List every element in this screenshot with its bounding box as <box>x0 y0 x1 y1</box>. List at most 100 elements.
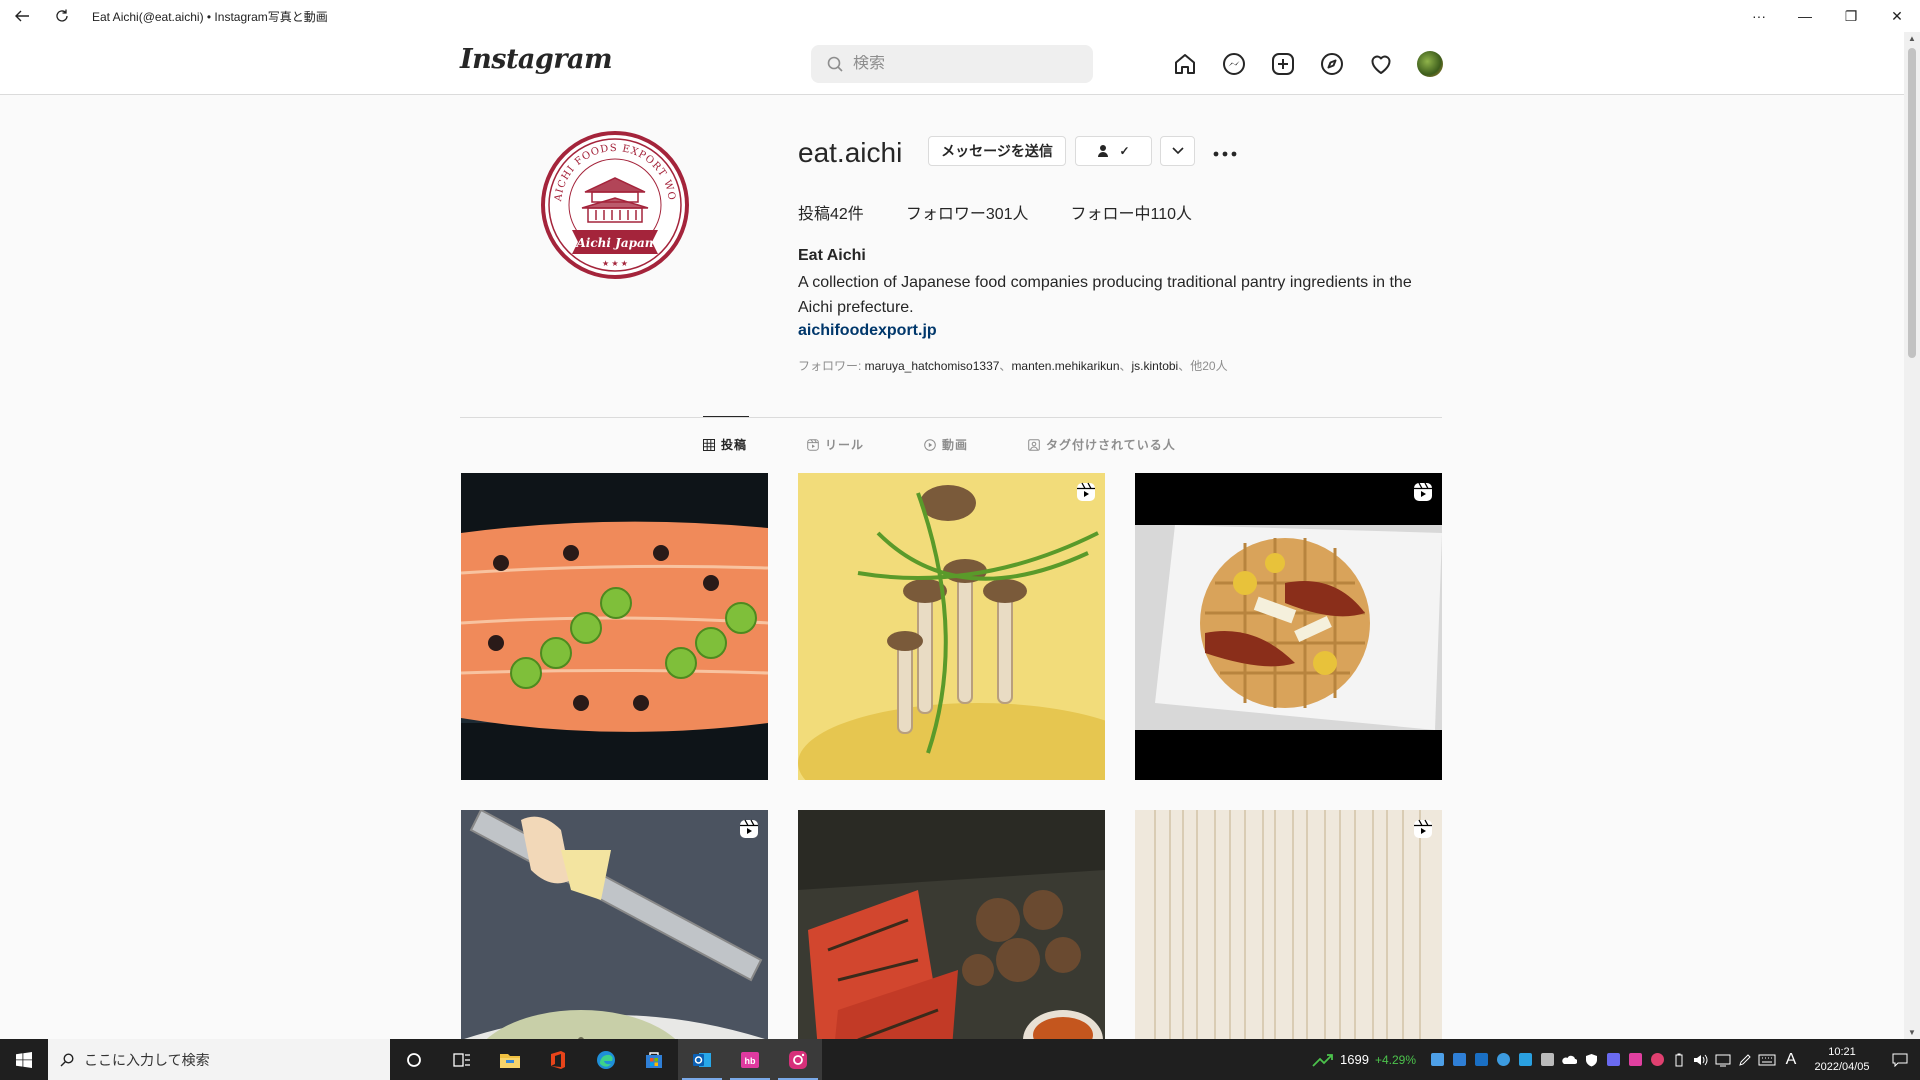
following-button[interactable]: ✓ <box>1075 136 1152 166</box>
follower-name[interactable]: manten.mehikarikun <box>1011 359 1119 373</box>
window-title: Eat Aichi(@eat.aichi) • Instagram写真と動画 <box>92 9 328 24</box>
activity-heart-icon[interactable] <box>1368 51 1394 77</box>
profile-bio: A collection of Japanese food companies … <box>798 274 1412 316</box>
profile-website-link[interactable]: aichifoodexport.jp <box>798 322 937 340</box>
hatena-icon[interactable]: hb <box>726 1039 774 1080</box>
grid-icon <box>703 438 715 451</box>
home-icon[interactable] <box>1172 51 1198 77</box>
top-nav <box>1172 51 1443 77</box>
file-explorer-icon[interactable] <box>486 1039 534 1080</box>
instagram-logo[interactable]: Instagram <box>460 44 613 75</box>
pen-icon[interactable] <box>1734 1039 1756 1080</box>
close-button[interactable]: ✕ <box>1874 0 1920 32</box>
post-thumbnail-dried-foods[interactable] <box>798 810 1105 1039</box>
reload-icon <box>56 9 68 22</box>
clock-date: 2022/04/05 <box>1814 1060 1870 1073</box>
tray-app-icon[interactable] <box>1602 1039 1624 1080</box>
tab-tagged[interactable]: タグ付けされている人 <box>1028 436 1176 453</box>
followed-by-more: 他20人 <box>1190 359 1228 373</box>
post-image <box>461 473 768 780</box>
instagram-icon[interactable] <box>774 1039 822 1080</box>
tray-app-icon[interactable] <box>1492 1039 1514 1080</box>
tab-reels[interactable]: リール <box>807 436 864 453</box>
tab-videos[interactable]: 動画 <box>924 436 968 453</box>
taskbar-search[interactable] <box>48 1039 390 1080</box>
stock-change: +4.29% <box>1374 1052 1416 1067</box>
reel-badge-icon <box>740 819 758 838</box>
edge-icon[interactable] <box>582 1039 630 1080</box>
tray-app-icon[interactable] <box>1646 1039 1668 1080</box>
system-tray: 1699 +4.29% A 10:21 2022/04/05 <box>1312 1039 1920 1080</box>
reel-badge-icon <box>1077 482 1095 501</box>
profile-avatar-button[interactable] <box>1417 51 1443 77</box>
tray-app-icon[interactable] <box>1536 1039 1558 1080</box>
page-scrollbar[interactable]: ▲ ▼ <box>1904 32 1920 1039</box>
explore-icon[interactable] <box>1319 51 1345 77</box>
network-icon[interactable] <box>1712 1039 1734 1080</box>
post-thumbnail-cheese-grating[interactable] <box>461 810 768 1039</box>
scroll-up-arrow-icon[interactable]: ▲ <box>1908 34 1916 43</box>
onedrive-icon[interactable] <box>1558 1039 1580 1080</box>
following-count[interactable]: フォロー中110人 <box>1071 200 1193 224</box>
reload-button[interactable] <box>42 0 82 32</box>
office-icon[interactable] <box>534 1039 582 1080</box>
ime-indicator[interactable]: A <box>1778 1039 1804 1080</box>
tray-app-icon[interactable] <box>1514 1039 1536 1080</box>
video-icon <box>924 438 936 451</box>
tray-app-icon[interactable] <box>1448 1039 1470 1080</box>
stock-widget[interactable]: 1699 +4.29% <box>1312 1052 1416 1067</box>
back-arrow-icon <box>15 10 29 22</box>
separator: 、 <box>999 359 1012 373</box>
scroll-down-arrow-icon[interactable]: ▼ <box>1908 1028 1916 1037</box>
post-thumbnail-waffle[interactable] <box>1135 473 1442 780</box>
messenger-icon[interactable] <box>1221 51 1247 77</box>
profile-picture[interactable]: AICHI FOODS EXPORT WORK SHOP Aichi Japan… <box>540 130 690 280</box>
post-thumbnail-mushrooms[interactable] <box>798 473 1105 780</box>
post-image <box>798 473 1105 780</box>
profile-stats: 投稿42件 フォロワー301人 フォロー中110人 <box>798 200 1234 224</box>
notification-center-icon[interactable] <box>1880 1053 1920 1067</box>
tray-app-icon[interactable] <box>1624 1039 1646 1080</box>
more-options-button[interactable]: ··· <box>1736 0 1782 32</box>
minimize-button[interactable]: — <box>1782 0 1828 32</box>
outlook-icon[interactable] <box>678 1039 726 1080</box>
tray-app-icon[interactable] <box>1426 1039 1448 1080</box>
keyboard-icon[interactable] <box>1756 1039 1778 1080</box>
security-shield-icon[interactable] <box>1580 1039 1602 1080</box>
search-box[interactable] <box>811 45 1093 83</box>
system-clock[interactable]: 10:21 2022/04/05 <box>1804 1045 1880 1075</box>
follower-name[interactable]: js.kintobi <box>1132 359 1179 373</box>
tab-label: 動画 <box>942 438 969 452</box>
post-thumbnail-salmon[interactable] <box>461 473 768 780</box>
post-image <box>461 810 768 1039</box>
follower-name[interactable]: maruya_hatchomiso1337 <box>865 359 1000 373</box>
check-mark: ✓ <box>1119 144 1130 158</box>
separator: 、 <box>1119 359 1132 373</box>
battery-icon[interactable] <box>1668 1039 1690 1080</box>
followers-count[interactable]: フォロワー301人 <box>906 200 1029 224</box>
store-icon[interactable] <box>630 1039 678 1080</box>
start-button[interactable] <box>0 1039 48 1080</box>
reels-icon <box>807 438 819 451</box>
instagram-header: Instagram <box>0 32 1904 95</box>
followed-by-text[interactable]: フォロワー: maruya_hatchomiso1337、manten.mehi… <box>798 357 1228 374</box>
restore-button[interactable]: ❐ <box>1828 0 1874 32</box>
profile-username: eat.aichi <box>798 137 903 168</box>
windows-logo-icon <box>16 1051 32 1068</box>
volume-icon[interactable] <box>1690 1039 1712 1080</box>
back-button[interactable] <box>2 0 42 32</box>
reel-badge-icon <box>1414 819 1432 838</box>
send-message-button[interactable]: メッセージを送信 <box>928 136 1066 166</box>
tab-posts[interactable]: 投稿 <box>703 436 747 453</box>
post-thumbnail-noodles[interactable] <box>1135 810 1442 1039</box>
taskbar-search-input[interactable] <box>84 1051 364 1068</box>
search-input[interactable] <box>853 55 1073 73</box>
more-options-icon[interactable] <box>1213 140 1237 163</box>
task-view-icon[interactable] <box>438 1039 486 1080</box>
new-post-icon[interactable] <box>1270 51 1296 77</box>
tray-app-icon[interactable] <box>1470 1039 1492 1080</box>
suggested-accounts-dropdown[interactable] <box>1160 136 1195 166</box>
scroll-thumb[interactable] <box>1908 48 1916 358</box>
person-check-icon <box>1098 145 1109 157</box>
cortana-icon[interactable] <box>390 1039 438 1080</box>
